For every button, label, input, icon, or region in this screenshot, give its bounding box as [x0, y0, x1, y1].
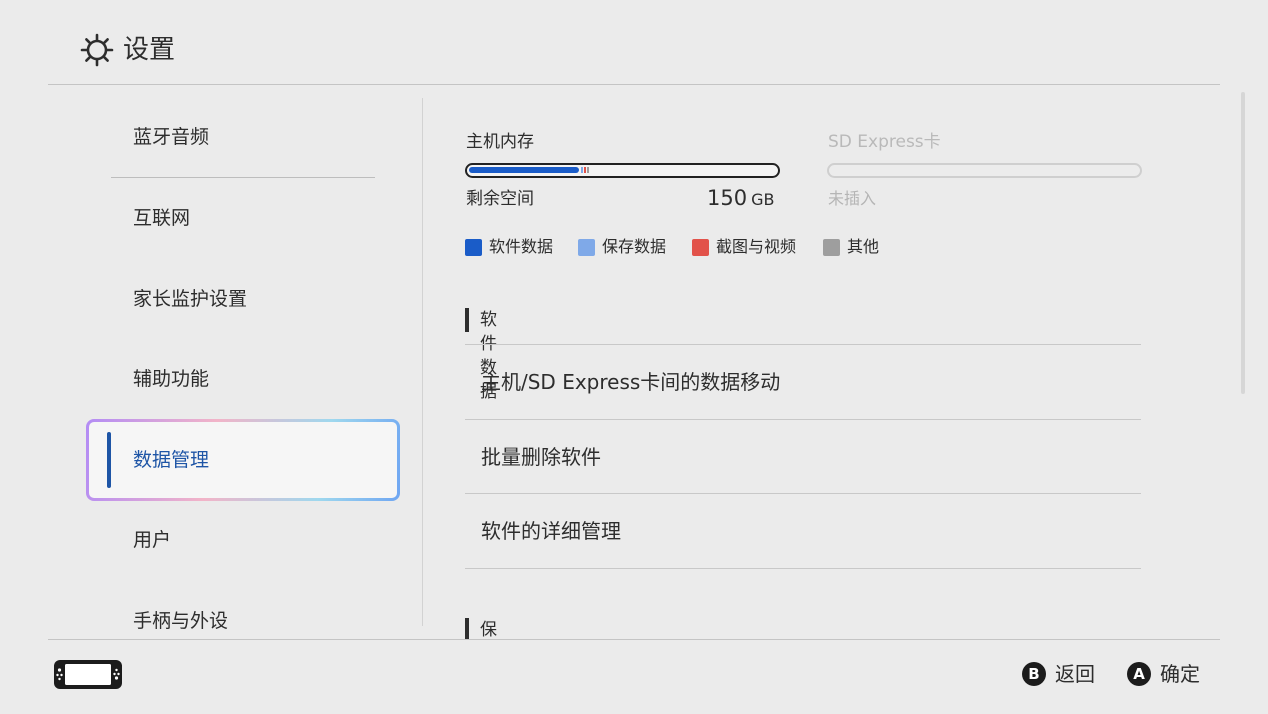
legend-swatch	[465, 239, 482, 256]
section-marker	[465, 308, 469, 332]
sidebar-item-label: 辅助功能	[133, 368, 210, 390]
sidebar-item-controllers[interactable]: 手柄与外设	[86, 581, 400, 639]
sidebar-item-label: 手柄与外设	[133, 610, 229, 632]
internal-storage-title: 主机内存	[466, 132, 534, 152]
sidebar-item-accessibility[interactable]: 辅助功能	[86, 339, 400, 419]
sd-card-status: 未插入	[828, 189, 877, 208]
sd-card-title: SD Express卡	[828, 132, 941, 152]
legend-label: 保存数据	[602, 237, 667, 256]
legend-swatch	[823, 239, 840, 256]
footer-divider	[48, 639, 1220, 640]
menu-item-bulk-delete[interactable]: 批量删除软件	[465, 420, 1141, 494]
sidebar-item-label: 数据管理	[133, 449, 210, 471]
page-header: 设置	[0, 0, 1268, 84]
page-title: 设置	[123, 35, 176, 65]
gear-icon	[80, 33, 114, 67]
main-panel: 主机内存 SD Express卡 剩余空间 150 GB 未插入 软件数据 保存数…	[423, 85, 1243, 639]
menu-item-label: 主机/SD Express卡间的数据移动	[481, 370, 781, 394]
legend-label: 其他	[847, 237, 880, 256]
sidebar-item-data-management[interactable]: 数据管理	[86, 419, 400, 501]
sidebar-item-users[interactable]: 用户	[86, 500, 400, 580]
save-data-fill	[581, 167, 583, 173]
confirm-label: 确定	[1160, 662, 1200, 686]
menu-item-move-data[interactable]: 主机/SD Express卡间的数据移动	[465, 345, 1141, 419]
sd-card-bar	[827, 163, 1142, 178]
sidebar-item-label: 互联网	[133, 207, 191, 229]
sidebar: 蓝牙音频 互联网 家长监护设置 辅助功能 数据管理 用户 手柄与外设	[0, 85, 422, 639]
legend-label: 软件数据	[489, 237, 554, 256]
section-marker	[465, 618, 469, 639]
software-data-fill	[469, 167, 579, 173]
legend-swatch	[578, 239, 595, 256]
scrollbar[interactable]	[1241, 92, 1245, 394]
sidebar-item-parental-controls[interactable]: 家长监护设置	[86, 259, 400, 339]
internal-storage-bar	[465, 163, 780, 178]
remaining-space-label: 剩余空间	[466, 189, 534, 209]
a-button-icon: A	[1127, 662, 1151, 686]
sidebar-item-label: 用户	[133, 529, 172, 551]
b-button-icon: B	[1022, 662, 1046, 686]
sidebar-item-bluetooth-audio[interactable]: 蓝牙音频	[86, 97, 400, 177]
remaining-space-number: 150	[707, 186, 748, 210]
menu-item-detailed-management[interactable]: 软件的详细管理	[465, 494, 1141, 568]
screenshots-fill	[584, 167, 586, 173]
sidebar-item-label: 家长监护设置	[133, 288, 248, 310]
menu-item-label: 软件的详细管理	[481, 519, 621, 543]
menu-item-label: 批量删除软件	[481, 445, 601, 469]
legend-swatch	[692, 239, 709, 256]
back-label: 返回	[1055, 662, 1095, 686]
other-fill	[587, 167, 589, 173]
remaining-space-value: 150 GB	[707, 184, 774, 214]
remaining-space-unit: GB	[751, 190, 775, 209]
section-title: 保存数据	[480, 620, 497, 639]
list-divider	[465, 568, 1141, 569]
console-icon	[54, 660, 122, 689]
sidebar-item-internet[interactable]: 互联网	[86, 178, 400, 258]
sidebar-item-label: 蓝牙音频	[133, 126, 210, 148]
selection-indicator	[107, 432, 111, 488]
legend-label: 截图与视频	[716, 237, 797, 256]
